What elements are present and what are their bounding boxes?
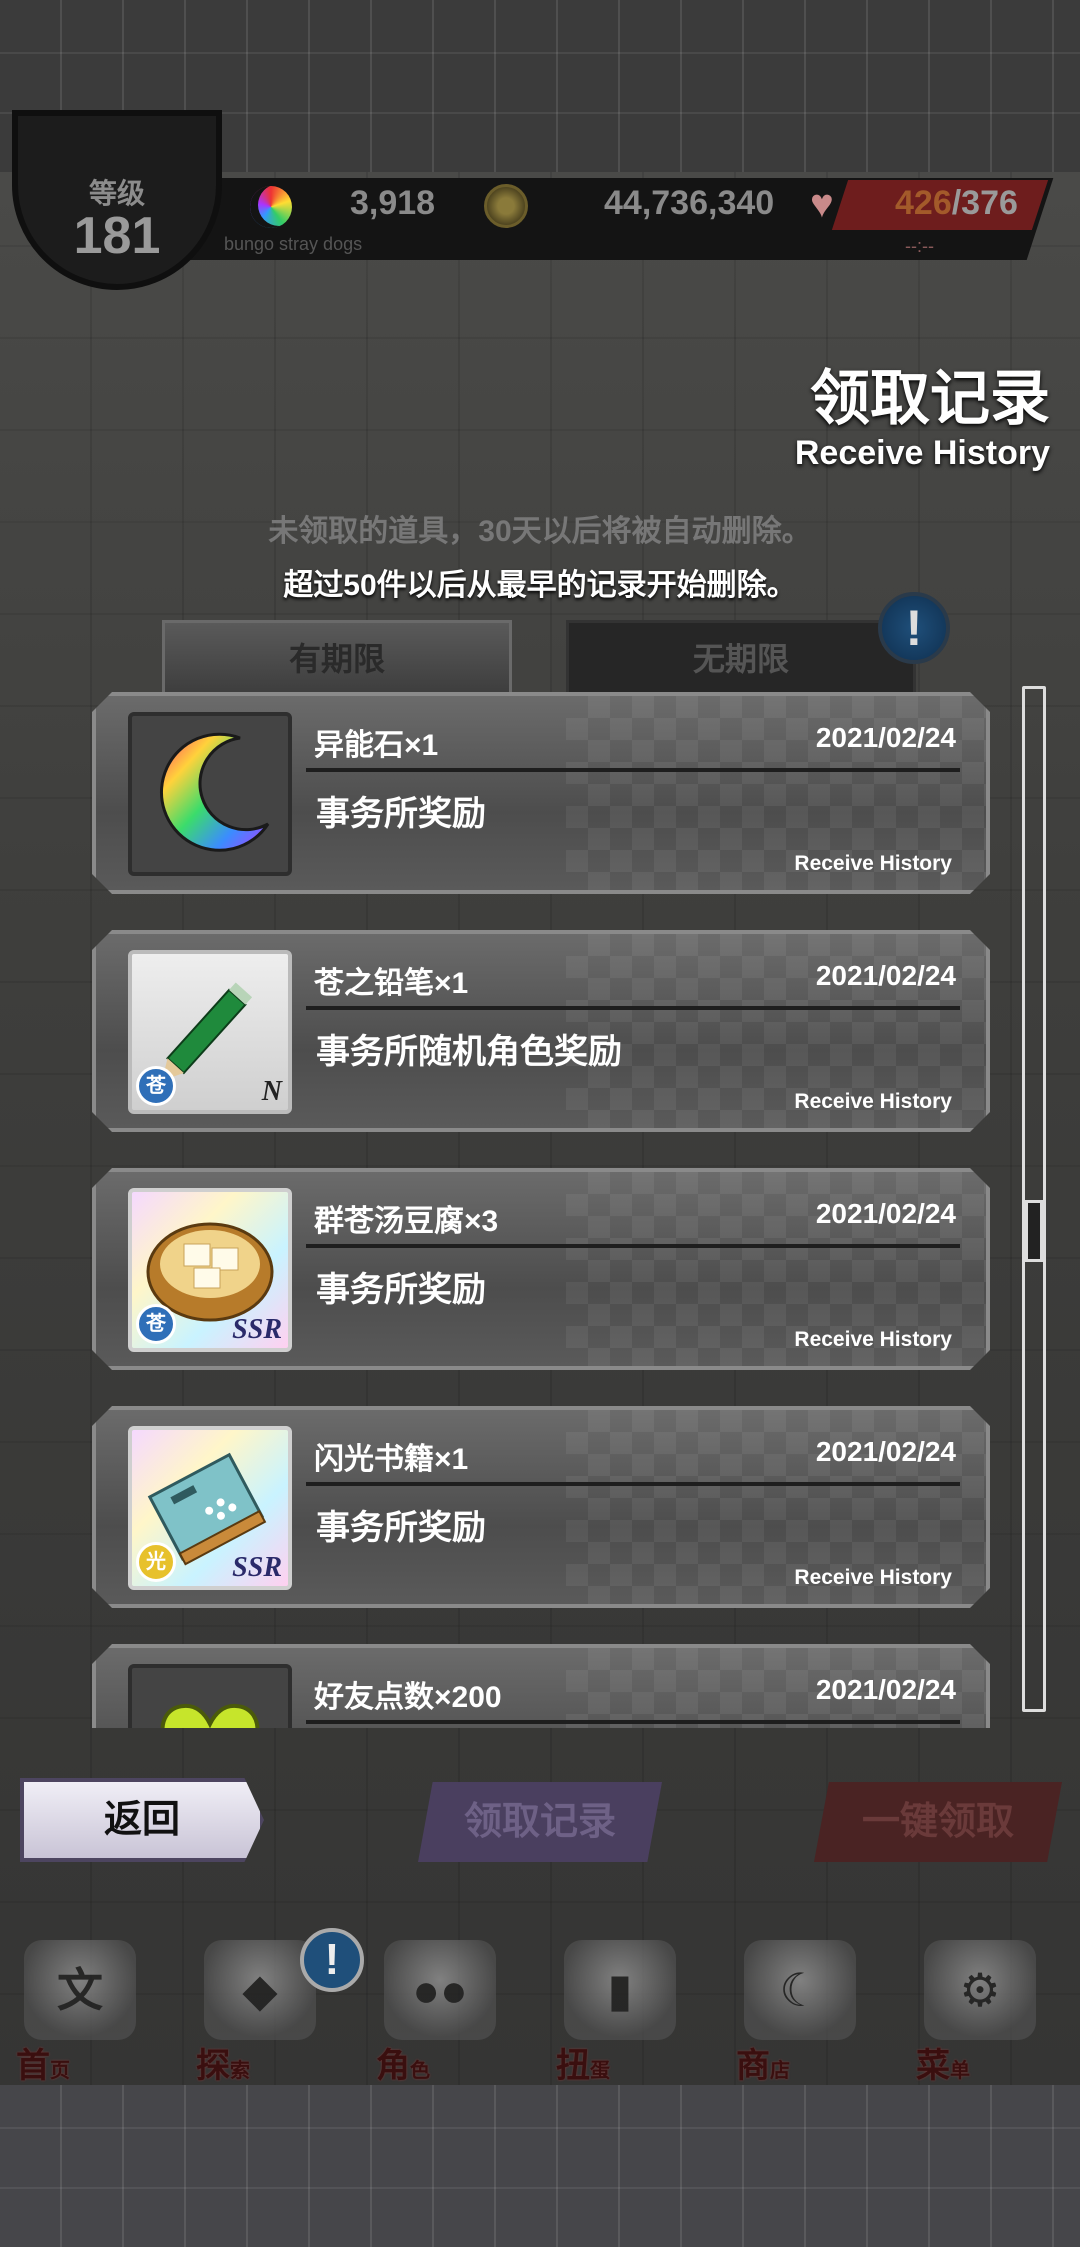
coin-count: 44,736,340 xyxy=(604,184,775,222)
divider xyxy=(306,1244,960,1248)
record-card[interactable]: 苍 N 苍之铅笔×1 2021/02/24 事务所随机角色奖励 Receive … xyxy=(92,930,990,1132)
nav-label: 角色 xyxy=(376,2047,430,2085)
rarity-label: N xyxy=(261,1076,282,1107)
item-name: 异能石×1 xyxy=(314,729,439,762)
coin-icon xyxy=(484,184,528,228)
nav-shop[interactable]: ☾ 商店 xyxy=(720,1940,880,2085)
record-card[interactable]: 好友点数×200 2021/02/24 xyxy=(92,1644,990,1728)
menu-icon: ⚙ xyxy=(924,1940,1036,2040)
claim-all-button[interactable]: 一键领取 xyxy=(814,1782,1062,1862)
stamina-timer: --:-- xyxy=(905,236,934,256)
receive-history-button[interactable]: 领取记录 xyxy=(418,1782,662,1862)
item-thumbnail: 光 SSR xyxy=(128,1426,292,1590)
record-list[interactable]: 异能石×1 2021/02/24 事务所奖励 Receive History 苍… xyxy=(0,688,1080,1728)
divider xyxy=(306,1482,960,1486)
scrollbar[interactable] xyxy=(1022,686,1046,1712)
stamina-heart-icon: ♥ xyxy=(810,182,834,226)
characters-icon: ●● xyxy=(384,1940,496,2040)
gacha-icon: ▮ xyxy=(564,1940,676,2040)
item-date: 2021/02/24 xyxy=(815,1436,956,1467)
explore-alert-icon: ! xyxy=(300,1928,364,1992)
item-name: 苍之铅笔×1 xyxy=(314,967,469,1000)
scrollbar-thumb[interactable] xyxy=(1025,1200,1043,1262)
item-thumbnail xyxy=(128,712,292,876)
level-value: 181 xyxy=(73,207,161,265)
notice-line-1: 未领取的道具，30天以后将被自动删除。 xyxy=(268,515,812,548)
ability-stone-icon xyxy=(250,186,292,228)
page-title: 领取记录 xyxy=(810,365,1050,432)
stamina-max: /376 xyxy=(951,184,1018,222)
record-card[interactable]: 光 SSR 闪光书籍×1 2021/02/24 事务所奖励 Receive Hi… xyxy=(92,1406,990,1608)
item-description: 事务所奖励 xyxy=(316,1509,486,1547)
item-thumbnail xyxy=(128,1664,292,1728)
divider xyxy=(306,768,960,772)
nav-gacha[interactable]: ▮ 扭蛋 xyxy=(540,1940,700,2085)
page-subtitle: Receive History xyxy=(794,434,1050,472)
nav-label: 扭蛋 xyxy=(556,2047,610,2085)
item-tag: Receive History xyxy=(794,1328,952,1351)
home-icon: 文 xyxy=(24,1940,136,2040)
attribute-icon: 苍 xyxy=(136,1304,176,1344)
level-badge[interactable]: 等级 181 xyxy=(12,110,222,290)
friend-points-icon xyxy=(132,1668,288,1728)
nav-menu[interactable]: ⚙ 菜单 xyxy=(900,1940,1060,2085)
stone-count: 3,918 xyxy=(350,184,436,222)
item-date: 2021/02/24 xyxy=(815,1674,956,1705)
rarity-label: SSR xyxy=(232,1314,282,1345)
item-date: 2021/02/24 xyxy=(815,960,956,991)
nav-label: 首页 xyxy=(16,2047,70,2085)
item-description: 事务所奖励 xyxy=(316,795,486,833)
item-description: 事务所随机角色奖励 xyxy=(316,1033,622,1071)
stamina-count: 426/376 xyxy=(895,184,1018,223)
brand-caption: bungo stray dogs xyxy=(224,234,363,254)
item-thumbnail: 苍 N xyxy=(128,950,292,1114)
item-tag: Receive History xyxy=(794,1566,952,1589)
divider xyxy=(306,1720,960,1724)
back-button[interactable]: 返回 xyxy=(20,1778,264,1862)
item-name: 群苍汤豆腐×3 xyxy=(314,1205,499,1238)
nav-characters[interactable]: ●● 角色 xyxy=(360,1940,520,2085)
explore-icon: ◆ xyxy=(204,1940,316,2040)
nav-label: 商店 xyxy=(736,2047,790,2085)
record-card[interactable]: 苍 SSR 群苍汤豆腐×3 2021/02/24 事务所奖励 Receive H… xyxy=(92,1168,990,1370)
bottom-decor-band xyxy=(0,2085,1080,2247)
item-name: 好友点数×200 xyxy=(314,1681,502,1714)
nav-label: 探索 xyxy=(196,2047,250,2085)
alert-icon[interactable]: ! xyxy=(878,592,950,664)
item-tag: Receive History xyxy=(794,852,952,875)
tab-unlimited[interactable]: 无期限 xyxy=(566,620,916,692)
shop-icon: ☾ xyxy=(744,1940,856,2040)
record-card[interactable]: 异能石×1 2021/02/24 事务所奖励 Receive History xyxy=(92,692,990,894)
item-name: 闪光书籍×1 xyxy=(314,1443,469,1476)
nav-label: 菜单 xyxy=(916,2047,970,2085)
item-tag: Receive History xyxy=(794,1090,952,1113)
ability-stone-icon xyxy=(132,716,288,872)
rarity-label: SSR xyxy=(232,1552,282,1583)
attribute-icon: 苍 xyxy=(136,1066,176,1106)
nav-home[interactable]: 文 首页 xyxy=(0,1940,160,2085)
item-date: 2021/02/24 xyxy=(815,722,956,753)
tab-limited[interactable]: 有期限 xyxy=(162,620,512,692)
item-date: 2021/02/24 xyxy=(815,1198,956,1229)
attribute-icon: 光 xyxy=(136,1542,176,1582)
divider xyxy=(306,1006,960,1010)
item-thumbnail: 苍 SSR xyxy=(128,1188,292,1352)
stamina-current: 426 xyxy=(895,184,952,222)
item-description: 事务所奖励 xyxy=(316,1271,486,1309)
